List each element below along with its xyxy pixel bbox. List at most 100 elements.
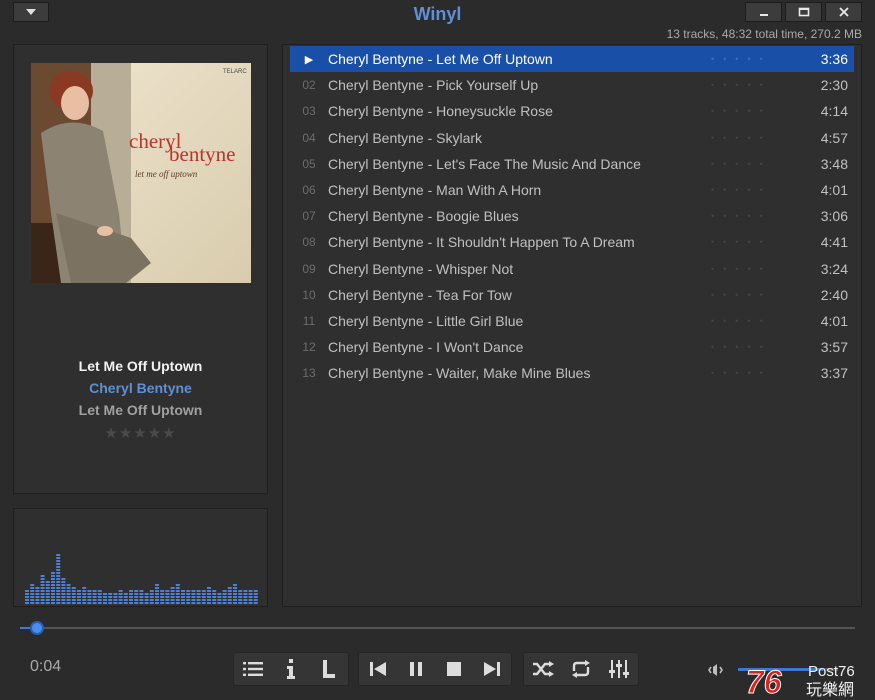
- spectrum-bar-segment: [139, 599, 144, 601]
- track-number: 13: [302, 366, 316, 381]
- playlist[interactable]: ▶ Cheryl Bentyne - Let Me Off Uptown •••••…: [282, 44, 862, 607]
- track-rating[interactable]: •••••: [711, 80, 806, 90]
- track-number: 02: [302, 78, 316, 93]
- playlist-row[interactable]: 07 Cheryl Bentyne - Boogie Blues ••••• 3:06: [290, 203, 854, 229]
- playlist-row[interactable]: 09 Cheryl Bentyne - Whisper Not ••••• 3:24: [290, 256, 854, 282]
- playlist-row[interactable]: 02 Cheryl Bentyne - Pick Yourself Up •••••…: [290, 72, 854, 98]
- spectrum-bar-segment: [71, 587, 76, 589]
- lyrics-button[interactable]: [310, 653, 348, 685]
- previous-button[interactable]: [359, 653, 397, 685]
- skip-forward-icon: [484, 662, 500, 676]
- equalizer-button[interactable]: [600, 653, 638, 685]
- close-button[interactable]: [825, 2, 862, 22]
- site-watermark-logo: 76 Post76 玩樂網: [746, 663, 855, 698]
- playlist-row[interactable]: 06 Cheryl Bentyne - Man With A Horn ••••• 4…: [290, 177, 854, 203]
- track-rating[interactable]: •••••: [711, 342, 806, 352]
- spectrum-bar-segment: [212, 602, 217, 604]
- spectrum-bar-segment: [170, 602, 175, 604]
- minimize-button[interactable]: [745, 2, 782, 22]
- track-number: 10: [302, 287, 316, 302]
- spectrum-bar-segment: [165, 593, 170, 595]
- spectrum-bar-segment: [118, 593, 123, 595]
- spectrum-bar-segment: [217, 596, 222, 598]
- spectrum-bar-segment: [66, 599, 71, 601]
- spectrum-bar-segment: [103, 599, 107, 601]
- spectrum-bar-segment: [165, 596, 170, 598]
- track-rating[interactable]: •••••: [711, 159, 806, 169]
- spectrum-bar-segment: [196, 590, 201, 592]
- shuffle-button[interactable]: [524, 653, 562, 685]
- spectrum-bar-segment: [77, 599, 81, 601]
- maximize-button[interactable]: [785, 2, 822, 22]
- playlist-button[interactable]: [234, 653, 272, 685]
- spectrum-bar-segment: [217, 602, 222, 604]
- spectrum-bar-segment: [40, 599, 45, 601]
- spectrum-bar-segment: [82, 596, 87, 598]
- track-rating[interactable]: •••••: [711, 211, 806, 221]
- spectrum-bar-segment: [155, 599, 159, 601]
- spectrum-bar-segment: [170, 599, 175, 601]
- track-rating[interactable]: •••••: [711, 54, 806, 64]
- track-rating[interactable]: •••••: [711, 106, 806, 116]
- spectrum-bar-segment: [149, 599, 154, 601]
- spectrum-bar-segment: [113, 599, 118, 601]
- spectrum-bar-segment: [165, 599, 170, 601]
- now-playing-artist[interactable]: Cheryl Bentyne: [14, 380, 267, 396]
- seek-handle[interactable]: [29, 621, 44, 635]
- spectrum-bar-segment: [129, 596, 133, 598]
- track-title: Cheryl Bentyne - Skylark: [328, 129, 483, 146]
- seek-bar[interactable]: [20, 621, 855, 635]
- pause-button[interactable]: [397, 653, 435, 685]
- spectrum-bar-segment: [196, 602, 201, 604]
- watermark-chinese: 玩樂網: [806, 680, 854, 698]
- spectrum-bar-segment: [56, 578, 61, 580]
- playlist-row[interactable]: 11 Cheryl Bentyne - Little Girl Blue •••••…: [290, 308, 854, 334]
- spectrum-bar-segment: [149, 590, 154, 592]
- track-title: Cheryl Bentyne - Let Me Off Uptown: [328, 51, 553, 67]
- track-title: Cheryl Bentyne - Honeysuckle Rose: [328, 103, 553, 120]
- repeat-button[interactable]: [562, 653, 600, 685]
- spectrum-bar-segment: [25, 602, 29, 604]
- spectrum-bar-segment: [56, 563, 61, 565]
- stop-button[interactable]: [435, 653, 473, 685]
- volume-button[interactable]: [708, 662, 726, 681]
- playlist-row[interactable]: 10 Cheryl Bentyne - Tea For Tow ••••• 2:40: [290, 282, 854, 308]
- spectrum-bar-segment: [144, 596, 149, 598]
- rating-stars[interactable]: ★★★★★: [14, 424, 267, 442]
- track-title: Cheryl Bentyne - Waiter, Make Mine Blues: [328, 365, 591, 382]
- spectrum-bar-segment: [108, 593, 113, 595]
- spectrum-bar-segment: [25, 593, 29, 595]
- track-rating[interactable]: •••••: [711, 133, 806, 143]
- playlist-row[interactable]: 03 Cheryl Bentyne - Honeysuckle Rose •••••…: [290, 98, 854, 124]
- spectrum-bar-segment: [40, 581, 45, 583]
- info-button[interactable]: [272, 653, 310, 685]
- spectrum-bar-segment: [222, 599, 227, 601]
- track-rating[interactable]: •••••: [711, 368, 806, 378]
- spectrum-bar-segment: [108, 599, 113, 601]
- track-rating[interactable]: •••••: [711, 290, 806, 300]
- playlist-row[interactable]: 13 Cheryl Bentyne - Waiter, Make Mine Blu…: [290, 360, 854, 386]
- spectrum-bar-segment: [243, 593, 248, 595]
- track-duration: 3:06: [820, 208, 848, 225]
- album-cover[interactable]: TELARC cheryl bentyne let me off uptown: [31, 63, 251, 283]
- track-rating[interactable]: •••••: [711, 264, 806, 274]
- spectrum-bar-segment: [97, 596, 102, 598]
- playlist-row[interactable]: 05 Cheryl Bentyne - Let's Face The Music …: [290, 151, 854, 177]
- track-rating[interactable]: •••••: [711, 316, 806, 326]
- track-rating[interactable]: •••••: [711, 185, 806, 195]
- track-number: 09: [302, 261, 316, 276]
- spectrum-bar-segment: [77, 596, 81, 598]
- spectrum-bar-segment: [66, 584, 71, 586]
- playlist-row[interactable]: 04 Cheryl Bentyne - Skylark ••••• 4:57: [290, 125, 854, 151]
- spectrum-bar-segment: [170, 596, 175, 598]
- now-playing-album[interactable]: Let Me Off Uptown: [14, 402, 267, 418]
- spectrum-bar-segment: [222, 602, 227, 604]
- playlist-row[interactable]: ▶ Cheryl Bentyne - Let Me Off Uptown •••••…: [290, 46, 854, 72]
- playlist-row[interactable]: 12 Cheryl Bentyne - I Won't Dance ••••• 3:5…: [290, 334, 854, 360]
- track-rating[interactable]: •••••: [711, 237, 806, 247]
- spectrum-bar-segment: [186, 602, 191, 604]
- spectrum-bar-segment: [56, 569, 61, 571]
- mode-controls: [523, 652, 639, 686]
- next-button[interactable]: [473, 653, 511, 685]
- playlist-row[interactable]: 08 Cheryl Bentyne - It Shouldn't Happen T…: [290, 229, 854, 255]
